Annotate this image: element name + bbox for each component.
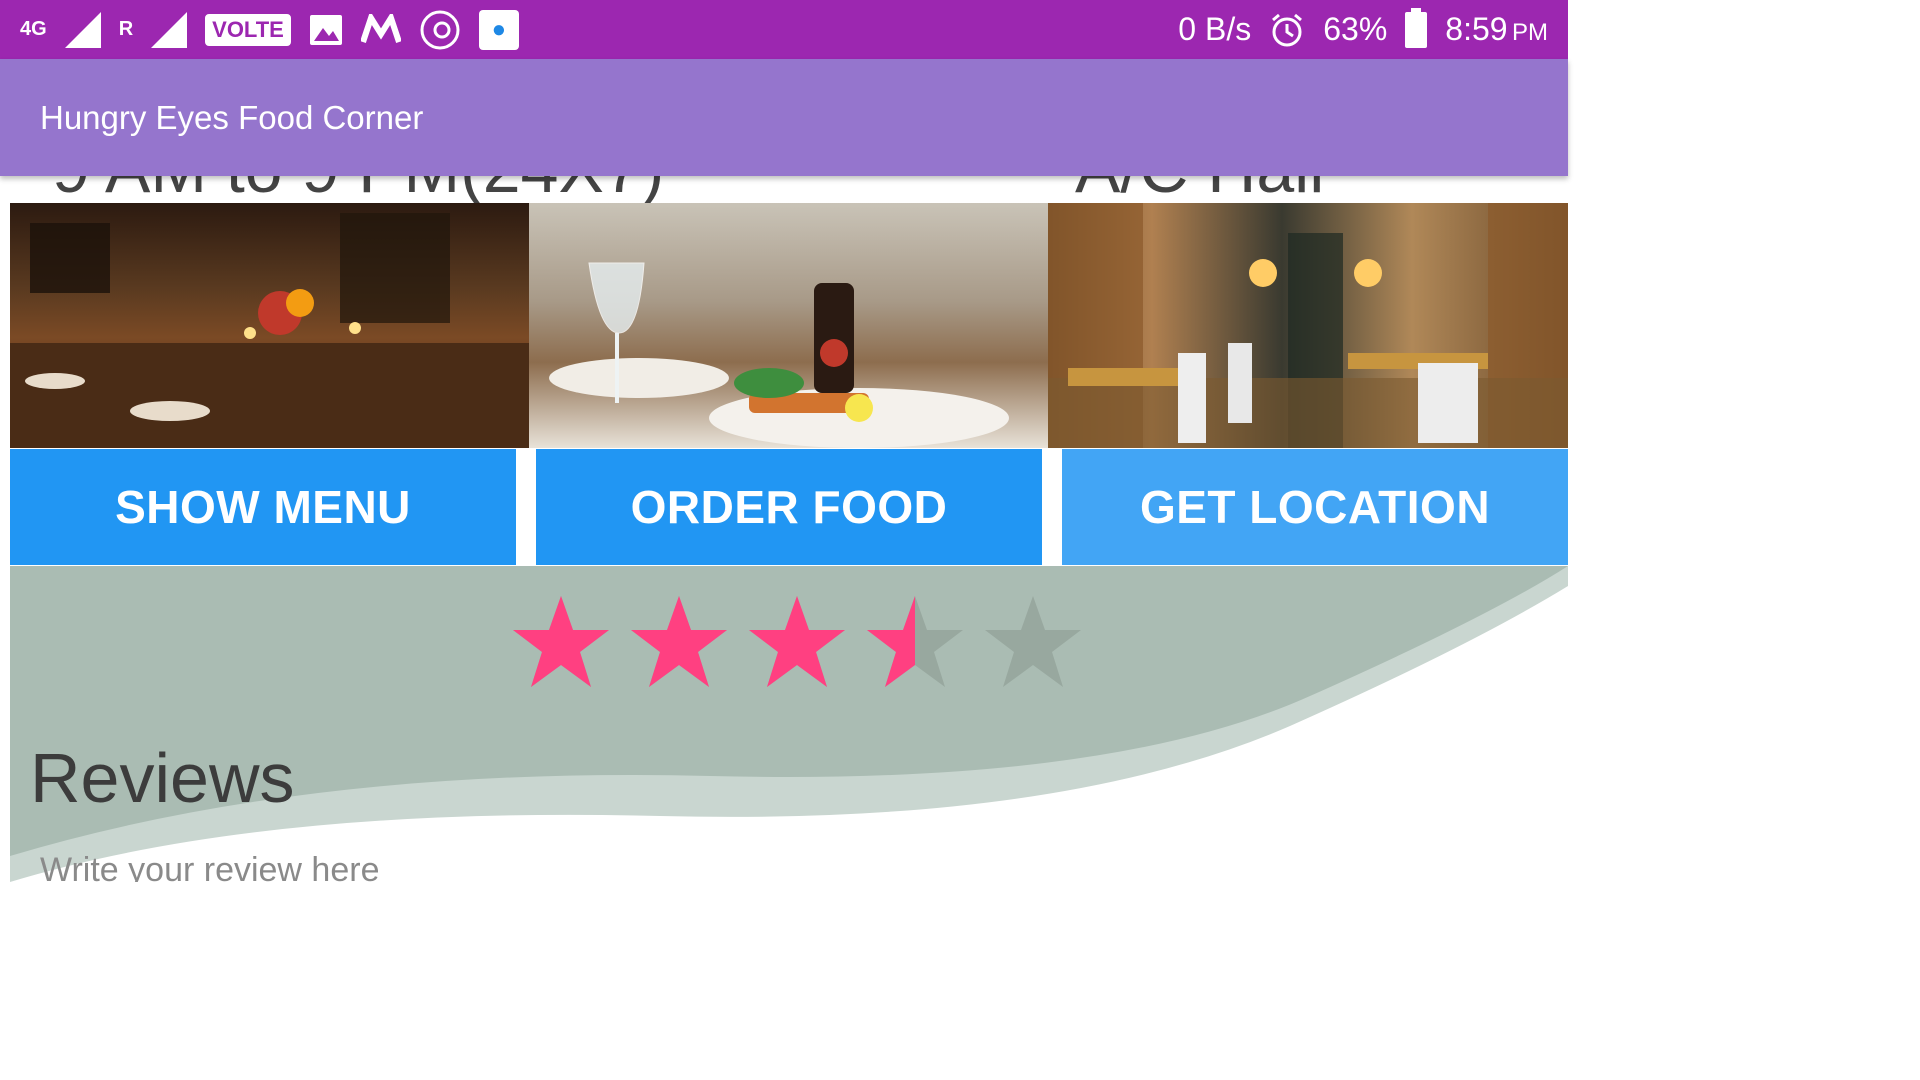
status-bar: 4G R VOLTE ● 0 B/s 63% 8:59 PM bbox=[0, 0, 1568, 59]
m-app-icon bbox=[360, 13, 401, 43]
data-rate: 0 B/s bbox=[1178, 11, 1252, 47]
status-right: 0 B/s 63% 8:59 PM bbox=[1178, 7, 1548, 48]
restaurant-interior-photo bbox=[10, 203, 529, 448]
order-food-button[interactable]: ORDER FOOD bbox=[536, 449, 1042, 565]
food-plate-photo bbox=[529, 203, 1048, 448]
disc-icon bbox=[420, 10, 460, 49]
signal-sim1-icon bbox=[64, 11, 101, 48]
volte-badge: VOLTE bbox=[205, 13, 291, 46]
star-icon[interactable] bbox=[866, 592, 964, 690]
signal-sim2-icon bbox=[151, 11, 188, 48]
dining-hall-photo bbox=[1048, 203, 1568, 448]
star-icon[interactable] bbox=[748, 592, 846, 690]
alarm-icon bbox=[1272, 13, 1303, 46]
app-bar: Hungry Eyes Food Corner bbox=[0, 59, 1568, 176]
app-title: Hungry Eyes Food Corner bbox=[40, 98, 424, 136]
roaming-indicator: R bbox=[118, 18, 134, 40]
rating-bar[interactable] bbox=[512, 592, 1082, 690]
battery-percent: 63% bbox=[1323, 11, 1388, 47]
review-input[interactable]: Write your review here bbox=[40, 851, 380, 882]
star-icon[interactable] bbox=[630, 592, 728, 690]
network-type: 4G bbox=[20, 18, 47, 40]
clock: 8:59 PM bbox=[1445, 11, 1548, 48]
get-location-button[interactable]: GET LOCATION bbox=[1062, 449, 1568, 565]
reviews-panel: Reviews Write your review here bbox=[10, 566, 1568, 882]
reviews-heading: Reviews bbox=[30, 739, 295, 817]
clock-time: 8:59 bbox=[1445, 11, 1508, 47]
show-menu-button[interactable]: SHOW MENU bbox=[10, 449, 516, 565]
image-icon bbox=[309, 14, 342, 45]
clock-ampm: PM bbox=[1512, 19, 1548, 46]
airyokan-app-icon: ● bbox=[478, 9, 519, 50]
star-icon[interactable] bbox=[512, 592, 610, 690]
battery-icon bbox=[1405, 7, 1428, 48]
status-left: 4G R VOLTE ● bbox=[20, 9, 519, 51]
star-icon[interactable] bbox=[984, 592, 1082, 690]
